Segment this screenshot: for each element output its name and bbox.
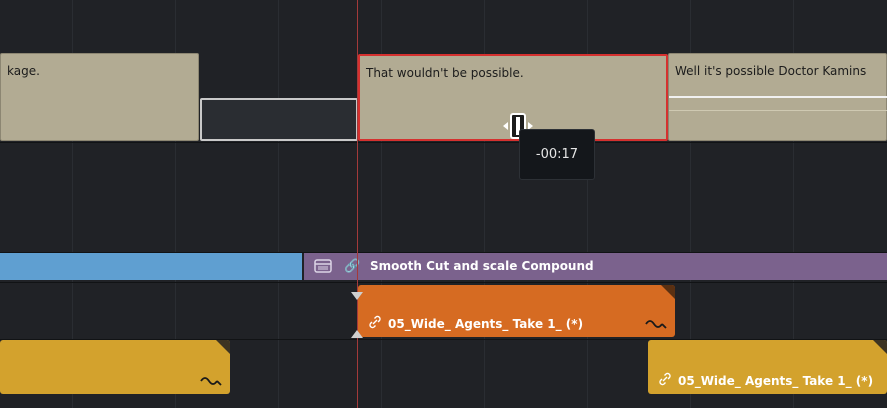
playhead[interactable] [357, 0, 358, 408]
audio-waveform-icon [645, 318, 667, 333]
playhead-bottom-marker-icon [350, 324, 364, 343]
audio-clip[interactable] [0, 340, 230, 394]
track-separator [0, 282, 887, 283]
subtitle-gap[interactable] [200, 98, 358, 141]
clip-label: 05_Wide_ Agents_ Take 1_ (*) [388, 316, 584, 331]
track-separator [0, 142, 887, 143]
clip-edge-highlight [669, 110, 887, 111]
audio-waveform-icon [200, 375, 222, 390]
trim-duration: -00:17 [535, 147, 579, 162]
link-icon [658, 372, 672, 389]
subtitle-text: That wouldn't be possible. [366, 66, 524, 80]
subtitle-text: kage. [7, 64, 40, 78]
clip-corner [873, 340, 887, 354]
timeline[interactable]: kage. That wouldn't be possible. Well it… [0, 0, 887, 408]
compound-clip-label: Smooth Cut and scale Compound [370, 259, 594, 273]
trim-duration-tooltip: -00:17 [519, 129, 595, 180]
subtitle-text: Well it's possible Doctor Kamins [675, 64, 867, 78]
video-clip[interactable]: 05_Wide_ Agents_ Take 1_ (*) [358, 285, 675, 337]
clip-corner [661, 285, 675, 299]
subtitle-clip[interactable]: kage. [0, 53, 199, 141]
subtitle-track: kage. That wouldn't be possible. Well it… [0, 0, 887, 142]
video-clip-blue[interactable] [0, 253, 302, 280]
compound-clip-icon [314, 259, 332, 276]
playhead-top-marker-icon [350, 286, 364, 305]
clip-corner [216, 340, 230, 354]
link-icon [368, 315, 382, 332]
clip-edge-highlight [669, 96, 887, 98]
audio-clip[interactable]: 05_Wide_ Agents_ Take 1_ (*) [648, 340, 887, 394]
clip-label: 05_Wide_ Agents_ Take 1_ (*) [678, 373, 874, 388]
compound-clip[interactable]: 🔗 Smooth Cut and scale Compound [304, 253, 887, 280]
